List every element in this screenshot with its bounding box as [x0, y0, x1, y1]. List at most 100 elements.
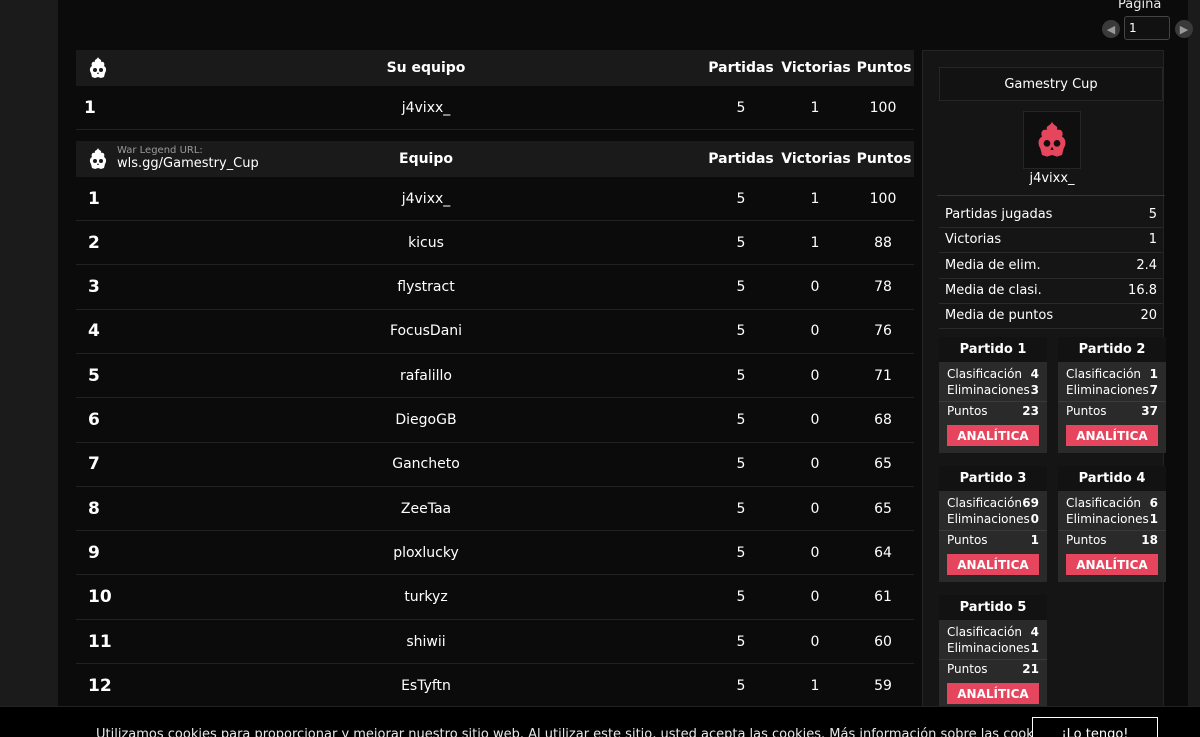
eliminations-row: Eliminaciones 3: [947, 383, 1039, 397]
stat-label: Partidas jugadas: [945, 207, 1053, 222]
classification-value: 4: [1030, 367, 1039, 381]
points-label: Puntos: [947, 662, 988, 676]
url-link[interactable]: wls.gg/Gamestry_Cup: [117, 156, 259, 172]
points-cell: 68: [874, 412, 892, 428]
chevron-right-icon[interactable]: ▶: [1175, 20, 1193, 38]
rank-cell: 7: [88, 454, 100, 475]
table-row[interactable]: 7 Gancheto 5 0 65: [76, 443, 914, 487]
table-row[interactable]: 5 rafalillo 5 0 71: [76, 354, 914, 399]
stat-label: Media de puntos: [945, 308, 1054, 324]
points-label: Puntos: [947, 533, 988, 547]
table-row[interactable]: 12 EsTyftn 5 1 59: [76, 664, 914, 709]
divider: [1058, 401, 1166, 402]
team-cell: EsTyftn: [401, 677, 451, 694]
played-cell: 5: [736, 279, 746, 296]
points-row: Puntos 18: [1066, 533, 1158, 547]
cookie-accept-button[interactable]: ¡Lo tengo!: [1032, 717, 1158, 737]
wins-column-header: Victorias: [781, 151, 851, 167]
points-cell: 59: [874, 677, 892, 694]
analytics-button[interactable]: ANALÍTICA: [1066, 554, 1158, 575]
own-team-row[interactable]: 1 j4vixx_ 5 1 100: [76, 86, 914, 130]
stat-value: 16.8: [1128, 282, 1157, 298]
played-column-header: Partidas: [708, 60, 774, 76]
team-cell: flystract: [397, 279, 455, 296]
eliminations-value: 7: [1149, 383, 1158, 397]
page-number-input[interactable]: [1124, 16, 1170, 40]
divider: [939, 530, 1047, 531]
stat-label: Media de clasi.: [945, 282, 1042, 298]
match-title: Partido 4: [1058, 466, 1166, 491]
wins-column-header: Victorias: [781, 60, 851, 76]
points-column-header: Puntos: [856, 60, 912, 76]
page: Página ◀ ▶ Su equipo Partidas Victorias …: [0, 0, 1200, 737]
analytics-button[interactable]: ANALÍTICA: [947, 683, 1039, 704]
match-card: Partido 2 Clasificación 1 Eliminaciones 7 Pun…: [1058, 337, 1166, 453]
divider: [1058, 530, 1166, 531]
table-row[interactable]: 9 ploxlucky 5 0 64: [76, 531, 914, 576]
points-value: 21: [1022, 662, 1039, 676]
scrollbar[interactable]: [1188, 0, 1200, 737]
match-title: Partido 2: [1058, 337, 1166, 362]
classification-row: Clasificación 4: [947, 625, 1039, 639]
match-title: Partido 3: [939, 466, 1047, 491]
analytics-button[interactable]: ANALÍTICA: [947, 425, 1039, 446]
classification-label: Clasificación: [947, 496, 1023, 510]
stat-value: 5: [1148, 207, 1157, 222]
classification-value: 4: [1030, 625, 1039, 639]
classification-label: Clasificación: [1066, 367, 1142, 381]
wins-cell: 0: [810, 633, 820, 650]
played-cell: 5: [736, 99, 746, 116]
table-row[interactable]: 8 ZeeTaa 5 0 65: [76, 487, 914, 532]
classification-value: 1: [1149, 367, 1158, 381]
played-cell: 5: [736, 323, 746, 340]
table-row[interactable]: 4 FocusDani 5 0 76: [76, 310, 914, 354]
table-row[interactable]: 1 j4vixx_ 5 1 100: [76, 177, 914, 221]
stat-row: Victorias 1: [939, 228, 1163, 254]
points-cell: 88: [874, 234, 892, 251]
points-label: Puntos: [947, 404, 988, 418]
divider: [937, 195, 1165, 196]
classification-value: 69: [1022, 496, 1039, 510]
played-cell: 5: [736, 500, 746, 517]
stat-value: 1: [1148, 232, 1157, 248]
classification-row: Clasificación 69: [947, 496, 1039, 510]
team-cell: ZeeTaa: [400, 500, 452, 517]
points-row: Puntos 21: [947, 662, 1039, 676]
match-title: Partido 5: [939, 595, 1047, 620]
table-row[interactable]: 6 DiegoGB 5 0 68: [76, 399, 914, 443]
analytics-button[interactable]: ANALÍTICA: [1066, 425, 1158, 446]
points-column-header: Puntos: [856, 151, 912, 167]
points-cell: 64: [874, 544, 892, 561]
team-cell: turkyz: [404, 589, 448, 606]
eliminations-row: Eliminaciones 1: [1066, 512, 1158, 526]
played-cell: 5: [736, 633, 746, 650]
team-cell: ploxlucky: [393, 544, 459, 561]
eliminations-label: Eliminaciones: [1066, 383, 1149, 397]
pager-label: Página: [1118, 0, 1162, 12]
team-avatar: [1023, 111, 1081, 169]
table-row[interactable]: 10 turkyz 5 0 61: [76, 576, 914, 620]
own-team-header: Su equipo Partidas Victorias Puntos: [76, 50, 914, 86]
match-card: Partido 5 Clasificación 4 Eliminaciones 1 Pun…: [939, 595, 1047, 711]
rank-cell: 3: [88, 277, 100, 298]
classification-row: Clasificación 6: [1066, 496, 1158, 510]
classification-value: 6: [1149, 496, 1158, 510]
team-cell: j4vixx_: [401, 99, 451, 116]
cookie-text: Utilizamos cookies para proporcionar y m…: [96, 727, 1053, 737]
eliminations-value: 0: [1030, 512, 1039, 526]
wins-cell: 1: [810, 234, 820, 251]
cookie-banner: Utilizamos cookies para proporcionar y m…: [0, 706, 1200, 737]
classification-label: Clasificación: [947, 367, 1023, 381]
points-cell: 100: [869, 99, 897, 116]
table-row[interactable]: 3 flystract 5 0 78: [76, 266, 914, 310]
eliminations-row: Eliminaciones 0: [947, 512, 1039, 526]
chevron-left-icon[interactable]: ◀: [1102, 20, 1120, 38]
analytics-button[interactable]: ANALÍTICA: [947, 554, 1039, 575]
played-cell: 5: [736, 367, 746, 384]
stat-value: 20: [1140, 308, 1157, 324]
points-row: Puntos 37: [1066, 404, 1158, 418]
table-row[interactable]: 11 shiwii 5 0 60: [76, 620, 914, 664]
team-cell: Gancheto: [392, 456, 460, 473]
rank-cell: 12: [88, 675, 112, 696]
table-row[interactable]: 2 kicus 5 1 88: [76, 221, 914, 266]
